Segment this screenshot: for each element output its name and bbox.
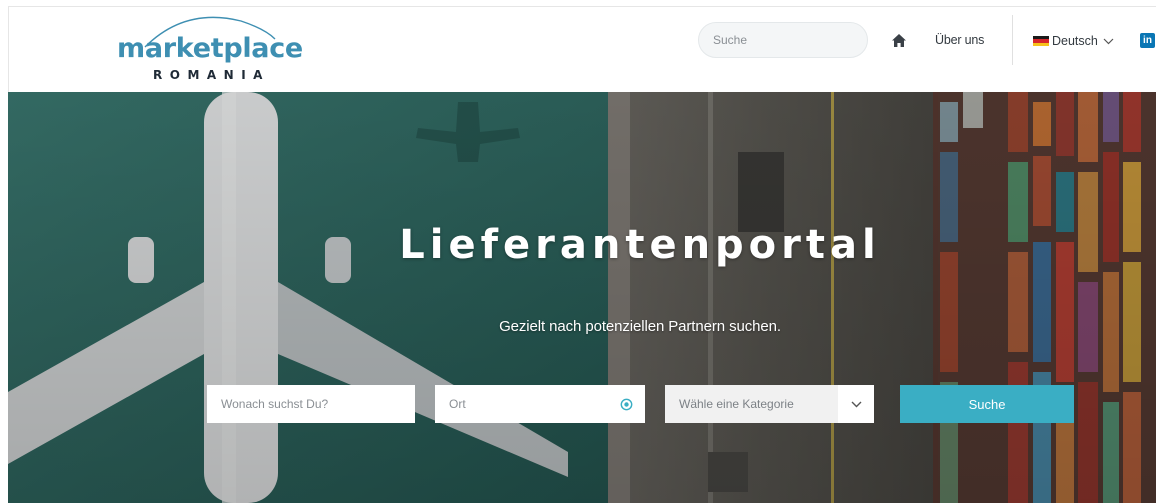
flag-de-icon (1033, 36, 1049, 46)
linkedin-icon[interactable]: in (1140, 33, 1155, 48)
keyword-search-input[interactable] (207, 385, 415, 423)
header-search-input[interactable] (698, 22, 868, 58)
chevron-down-icon (851, 401, 861, 407)
category-select[interactable]: Wähle eine Kategorie (665, 385, 874, 423)
search-submit-button[interactable]: Suche (900, 385, 1074, 423)
chevron-down-icon (1103, 38, 1114, 44)
hero-subtitle: Gezielt nach potenziellen Partnern suche… (499, 318, 781, 335)
home-icon[interactable] (891, 33, 907, 48)
logo-wordmark: marketplace (117, 33, 303, 64)
hero-section: Lieferantenportal Gezielt nach potenziel… (8, 92, 1156, 503)
category-select-label: Wähle eine Kategorie (679, 397, 794, 411)
category-dropdown-toggle[interactable] (838, 385, 874, 423)
location-input[interactable] (435, 385, 645, 423)
logo[interactable]: marketplace ROMANIA (115, 13, 315, 87)
language-selector[interactable]: Deutsch (1033, 33, 1114, 49)
hero-background-image (8, 92, 1156, 503)
language-label: Deutsch (1052, 34, 1098, 48)
hero-title: Lieferantenportal (399, 222, 881, 268)
logo-subtitle: ROMANIA (153, 68, 270, 82)
header-divider (1012, 15, 1013, 65)
location-target-icon[interactable] (620, 398, 633, 411)
nav-link-about[interactable]: Über uns (935, 33, 984, 47)
site-header: marketplace ROMANIA Über uns Deutsch in (8, 6, 1156, 92)
